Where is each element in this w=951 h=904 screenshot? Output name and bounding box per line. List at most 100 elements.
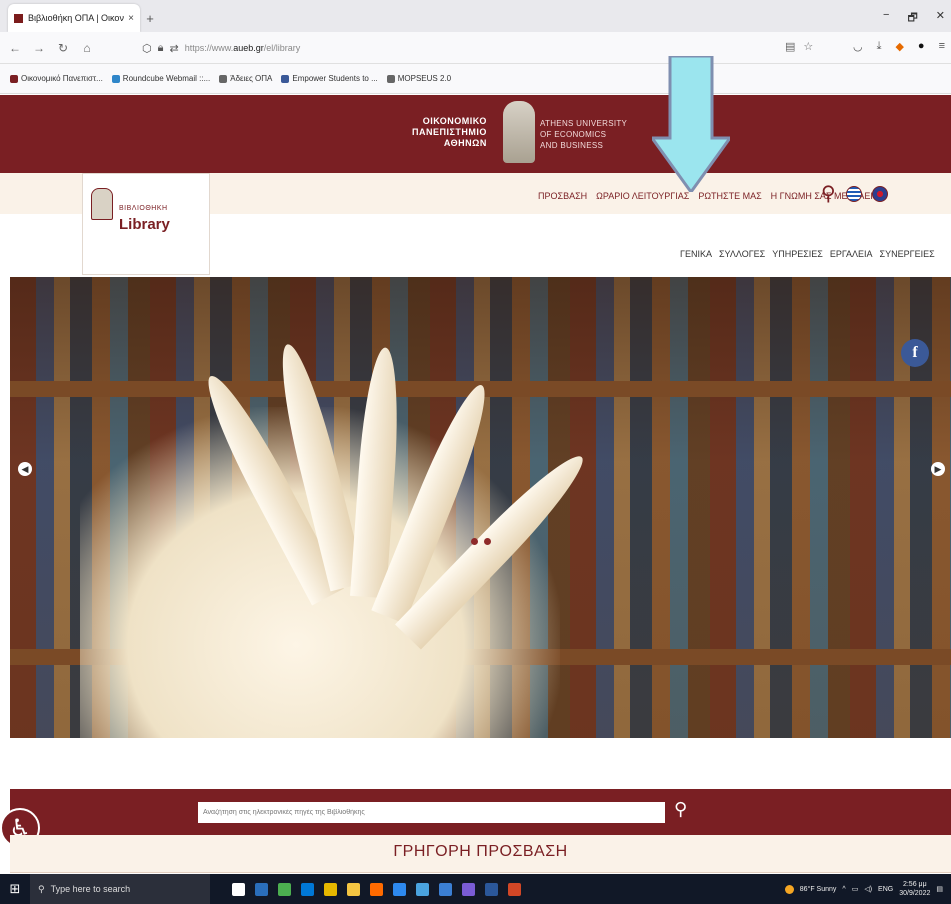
main-nav-services[interactable]: ΥΠΗΡΕΣΙΕΣ	[772, 249, 823, 259]
slider-dots	[471, 538, 491, 545]
library-search-band: ⚲	[10, 789, 951, 835]
slider-dot[interactable]	[471, 538, 478, 545]
taskbar-app-icon[interactable]	[462, 882, 475, 896]
extension-icon[interactable]: ◆	[895, 40, 903, 53]
uk-flag-icon[interactable]	[871, 185, 888, 202]
utility-link-access[interactable]: ΠΡΟΣΒΑΣΗ	[538, 191, 587, 201]
main-nav-tools[interactable]: ΕΡΓΑΛΕΙΑ	[830, 249, 873, 259]
account-icon[interactable]: ●	[918, 40, 925, 53]
quick-access-title: ΓΡΗΓΟΡΗ ΠΡΟΣΒΑΣΗ	[393, 843, 568, 860]
network-icon[interactable]: ▭	[852, 885, 859, 893]
bookmark-item[interactable]: MOPSEUS 2.0	[386, 74, 452, 83]
shield-icon: ⬡	[142, 42, 152, 55]
bookmark-label: Empower Students to ...	[292, 74, 378, 83]
bookmark-item[interactable]: Άδειες ΟΠΑ	[219, 74, 272, 83]
bookmark-label: Άδειες ΟΠΑ	[230, 74, 273, 83]
bookmark-item[interactable]: Roundcube Webmail ::...	[111, 74, 211, 83]
bookmark-label: Οικονομικό Πανεπιστ...	[21, 74, 103, 83]
new-tab-button[interactable]: +	[140, 4, 160, 32]
bookmark-icon	[386, 74, 395, 83]
taskbar-app-icon[interactable]	[324, 882, 337, 896]
url-text: https://www.aueb.gr/el/library	[184, 43, 301, 53]
browser-tab-bar: Βιβλιοθήκη ΟΠΑ | Οικονομικό × + − 🗗 ✕	[0, 0, 951, 32]
taskbar-app-icon[interactable]	[232, 882, 245, 896]
greek-flag-icon[interactable]	[845, 185, 862, 202]
bookmark-item[interactable]: Οικονομικό Πανεπιστ...	[10, 74, 103, 83]
window-controls: − 🗗 ✕	[883, 9, 945, 28]
language-indicator[interactable]: ENG	[878, 886, 893, 893]
taskbar-search-icon: ⚲	[38, 883, 45, 894]
address-bar[interactable]: ⬡ 🔒︎ ⇄ https://www.aueb.gr/el/library	[142, 38, 802, 58]
volume-icon[interactable]: ◁)	[864, 885, 872, 893]
utility-link-hours[interactable]: ΩΡΑΡΙΟ ΛΕΙΤΟΥΡΓΙΑΣ	[596, 191, 689, 201]
taskbar-app-icon[interactable]	[439, 882, 452, 896]
taskbar-app-icon[interactable]	[393, 882, 406, 896]
minimize-icon[interactable]: −	[883, 9, 889, 28]
university-name-english[interactable]: ATHENS UNIVERSITY OF ECONOMICS AND BUSIN…	[540, 118, 627, 151]
tab-close-icon[interactable]: ×	[128, 13, 134, 24]
weather-icon[interactable]	[784, 884, 794, 894]
bookmark-label: Roundcube Webmail ::...	[122, 74, 211, 83]
taskbar-app-icon[interactable]	[278, 882, 291, 896]
reload-icon[interactable]: ↻	[54, 41, 72, 55]
hero-slider[interactable]: f ◀ ▶	[10, 277, 951, 738]
library-logo-big-text: Library	[119, 216, 170, 233]
weather-text[interactable]: 86°F Sunny	[800, 886, 837, 893]
university-banner: ΟΙΚΟΝΟΜΙΚΟ ΠΑΝΕΠΙΣΤΗΜΙΟ ΑΘΗΝΩΝ ATHENS UN…	[0, 95, 951, 173]
restore-icon[interactable]: 🗗	[907, 9, 917, 28]
bookmark-label: MOPSEUS 2.0	[397, 74, 452, 83]
downloads-icon[interactable]: ⤓	[877, 40, 882, 53]
bookmark-icon	[111, 74, 120, 83]
bookmark-icon	[10, 74, 18, 83]
browser-tab[interactable]: Βιβλιοθήκη ΟΠΑ | Οικονομικό ×	[8, 4, 140, 32]
taskbar-app-icon[interactable]	[508, 882, 521, 896]
search-submit-icon[interactable]: ⚲	[674, 799, 687, 820]
close-window-icon[interactable]: ✕	[936, 9, 945, 28]
slider-next-button[interactable]: ▶	[931, 462, 945, 476]
back-icon[interactable]: ←	[6, 41, 24, 55]
taskbar-app-icon[interactable]	[347, 882, 360, 896]
tray-chevron-icon[interactable]: ^	[842, 886, 845, 893]
tab-title: Βιβλιοθήκη ΟΠΑ | Οικονομικό	[28, 13, 124, 23]
home-icon[interactable]: ⌂	[78, 41, 96, 55]
taskbar-app-icon[interactable]	[301, 882, 314, 896]
taskbar-apps	[232, 882, 521, 896]
university-name-greek[interactable]: ΟΙΚΟΝΟΜΙΚΟ ΠΑΝΕΠΙΣΤΗΜΙΟ ΑΘΗΝΩΝ	[412, 116, 487, 149]
taskbar-app-icon[interactable]	[370, 882, 383, 896]
slider-dot[interactable]	[484, 538, 491, 545]
permissions-icon: ⇄	[169, 42, 179, 55]
facebook-icon[interactable]: f	[901, 339, 929, 367]
bookmark-item[interactable]: Empower Students to ...	[281, 74, 378, 83]
bookmark-icon	[281, 74, 290, 83]
utility-link-ask-us[interactable]: ΡΩΤΗΣΤΕ ΜΑΣ	[698, 191, 761, 201]
library-logo-bust-icon	[91, 188, 113, 220]
taskbar-search-placeholder: Type here to search	[50, 884, 131, 894]
menu-icon[interactable]: ≡	[939, 40, 945, 53]
annotation-arrow-icon	[652, 56, 730, 192]
lock-icon: 🔒︎	[157, 41, 164, 54]
slider-prev-button[interactable]: ◀	[18, 462, 32, 476]
library-search-input[interactable]	[198, 802, 665, 823]
forward-icon[interactable]: →	[30, 41, 48, 55]
windows-start-icon[interactable]: ⊞	[0, 874, 30, 904]
main-nav-partnerships[interactable]: ΣΥΝΕΡΓΕΙΕΣ	[880, 249, 935, 259]
university-logo-bust[interactable]	[503, 101, 535, 163]
main-nav-collections[interactable]: ΣΥΛΛΟΓΕΣ	[719, 249, 765, 259]
pocket-icon[interactable]: ◡	[853, 40, 863, 53]
quick-access-bar: ΓΡΗΓΟΡΗ ΠΡΟΣΒΑΣΗ	[10, 835, 951, 873]
bookmark-icon	[219, 74, 228, 83]
reader-view-icon[interactable]: ▤	[785, 40, 795, 53]
taskbar-app-icon[interactable]	[416, 882, 429, 896]
browser-nav-bar: ← → ↻ ⌂ ⬡ 🔒︎ ⇄ https://www.aueb.gr/el/li…	[0, 32, 951, 64]
bookmark-star-icon[interactable]: ☆	[803, 40, 813, 53]
library-logo[interactable]: ΒΙΒΛΙΟΘΗΚΗ Library	[82, 173, 210, 275]
taskbar-search[interactable]: ⚲ Type here to search	[30, 874, 210, 904]
taskbar-app-icon[interactable]	[485, 882, 498, 896]
address-bar-actions: ▤ ☆	[785, 40, 813, 53]
windows-taskbar: ⊞ ⚲ Type here to search 86°F Sunny ^ ▭ ◁…	[0, 874, 951, 904]
notifications-icon[interactable]: ▤	[936, 885, 943, 893]
taskbar-app-icon[interactable]	[255, 882, 268, 896]
main-nav-general[interactable]: ΓΕΝΙΚΑ	[680, 249, 712, 259]
search-icon[interactable]: ⚲	[821, 181, 836, 206]
clock[interactable]: 2:56 μμ 30/9/2022	[899, 880, 930, 898]
